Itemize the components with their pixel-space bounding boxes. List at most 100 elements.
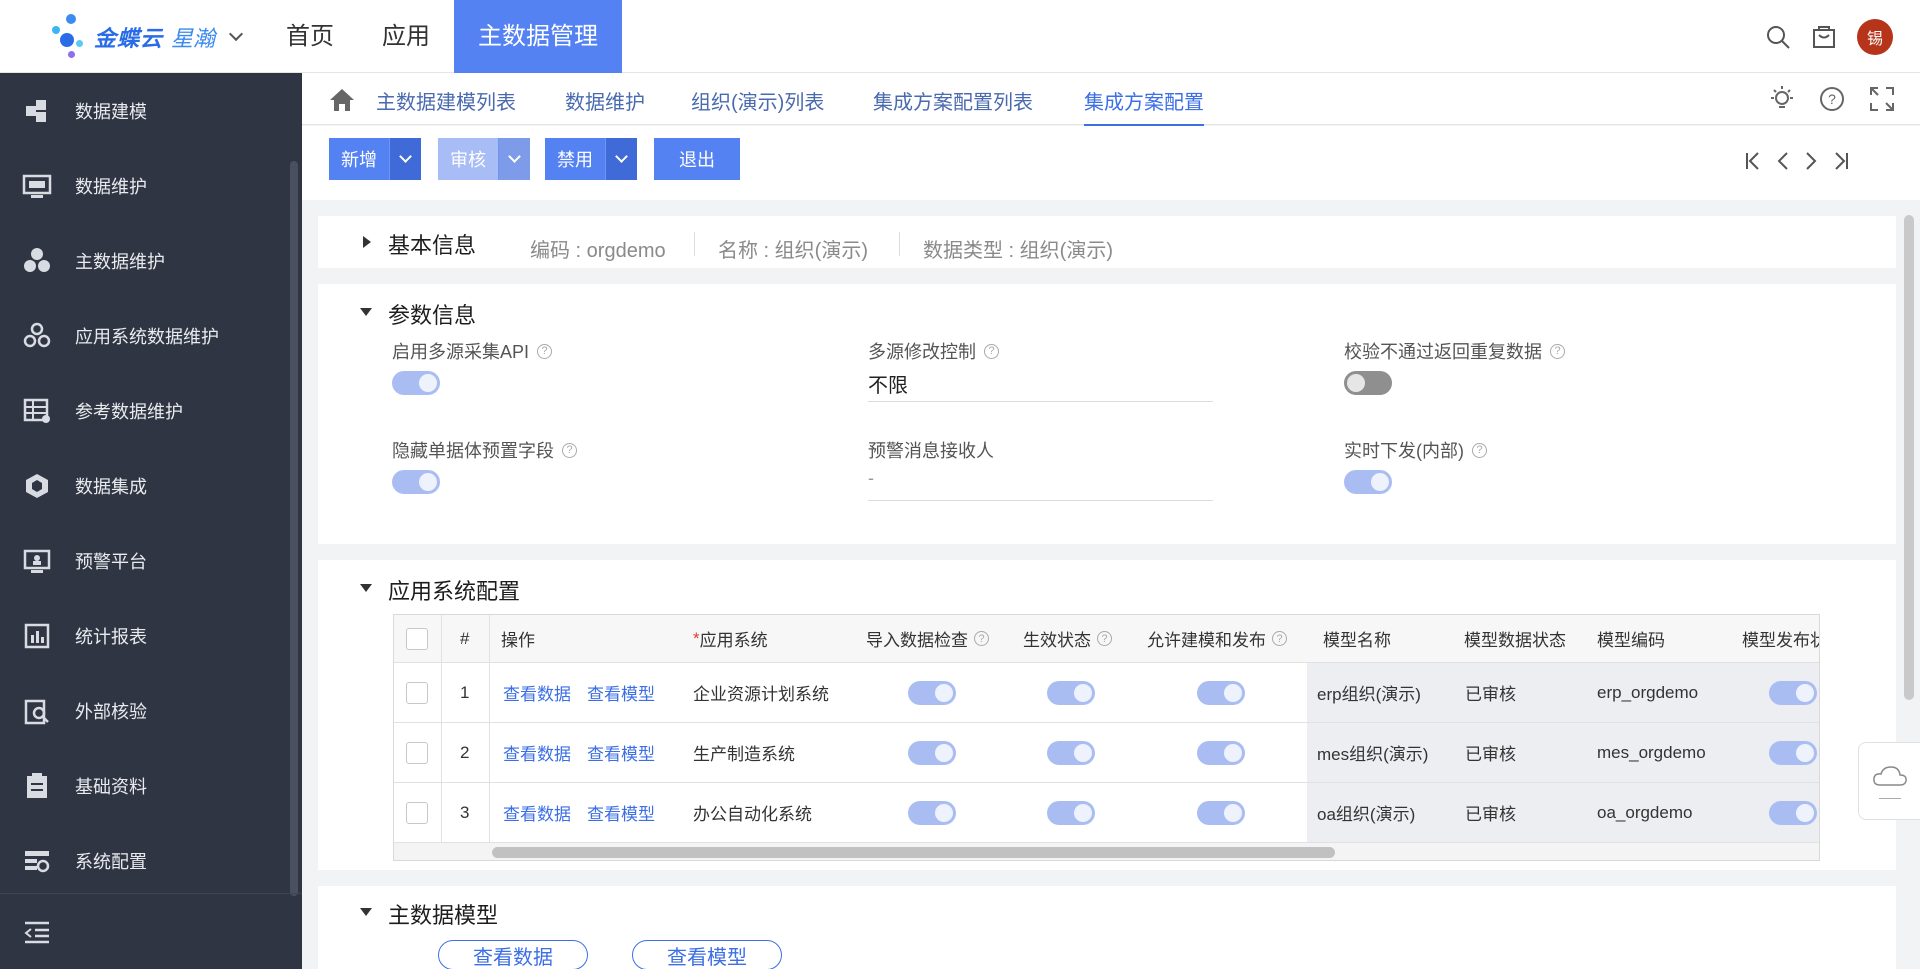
view-data-link[interactable]: 查看数据: [503, 723, 571, 782]
sidebar-item-system-config[interactable]: 系统配置: [0, 823, 302, 898]
help-icon[interactable]: ?: [974, 631, 989, 646]
tab-data-maintenance[interactable]: 数据维护: [565, 86, 645, 115]
master-model-title[interactable]: 主数据模型: [388, 898, 498, 930]
allow-model-toggle[interactable]: [1197, 663, 1245, 722]
disable-button[interactable]: 禁用: [545, 138, 637, 180]
help-icon[interactable]: ?: [1818, 85, 1846, 113]
new-button[interactable]: 新增: [329, 138, 421, 180]
tab-model-list[interactable]: 主数据建模列表: [376, 86, 516, 115]
tab-integration-config[interactable]: 集成方案配置: [1084, 86, 1204, 127]
allow-model-toggle[interactable]: [1197, 723, 1245, 782]
row-checkbox[interactable]: [406, 723, 428, 782]
nav-apps[interactable]: 应用: [358, 0, 454, 73]
collapse-icon[interactable]: [360, 908, 372, 916]
hide-preset-toggle[interactable]: [392, 470, 440, 494]
sidebar-item-reference-data[interactable]: 参考数据维护: [0, 373, 302, 448]
help-icon[interactable]: ?: [1097, 631, 1112, 646]
model-publish-toggle[interactable]: [1769, 723, 1817, 782]
effective-toggle[interactable]: [1047, 723, 1095, 782]
table-row[interactable]: 3 查看数据 查看模型 办公自动化系统 oa组织(演示) 已审核 oa_orgd…: [394, 783, 1819, 843]
select-all-checkbox[interactable]: [406, 615, 430, 662]
table-row[interactable]: 1 查看数据 查看模型 企业资源计划系统 erp组织(演示) 已审核 erp_o…: [394, 663, 1819, 723]
view-model-link[interactable]: 查看模型: [587, 783, 655, 842]
collapse-icon[interactable]: [360, 308, 372, 316]
lightbulb-icon[interactable]: [1768, 85, 1796, 113]
help-icon[interactable]: ?: [1472, 442, 1487, 458]
audit-button-label[interactable]: 审核: [438, 138, 498, 180]
help-icon[interactable]: ?: [1550, 343, 1565, 359]
import-check-toggle[interactable]: [908, 783, 956, 842]
sidebar-scrollbar[interactable]: [290, 161, 298, 896]
model-publish-toggle[interactable]: [1769, 783, 1817, 842]
params-title[interactable]: 参数信息: [388, 298, 476, 330]
basic-info-title[interactable]: 基本信息: [388, 228, 476, 260]
exit-button[interactable]: 退出: [654, 138, 740, 180]
effective-toggle[interactable]: [1047, 783, 1095, 842]
last-record-icon[interactable]: [1832, 150, 1850, 172]
view-data-link[interactable]: 查看数据: [503, 783, 571, 842]
audit-dropdown[interactable]: [498, 138, 530, 180]
cloud-widget[interactable]: [1858, 742, 1920, 820]
avatar[interactable]: 锡: [1857, 18, 1893, 55]
nav-home[interactable]: 首页: [262, 0, 358, 73]
master-view-model-button[interactable]: 查看模型: [632, 940, 782, 969]
disable-button-label[interactable]: 禁用: [545, 138, 605, 180]
sidebar-item-external-verify[interactable]: 外部核验: [0, 673, 302, 748]
allow-model-toggle[interactable]: [1197, 783, 1245, 842]
app-system-cell[interactable]: 企业资源计划系统: [693, 663, 829, 722]
chevron-down-icon[interactable]: [228, 26, 244, 42]
fullscreen-icon[interactable]: [1868, 85, 1896, 113]
model-publish-toggle[interactable]: [1769, 663, 1817, 722]
import-check-toggle[interactable]: [908, 723, 956, 782]
master-view-data-button[interactable]: 查看数据: [438, 940, 588, 969]
effective-toggle[interactable]: [1047, 663, 1095, 722]
sidebar-item-alert-platform[interactable]: 预警平台: [0, 523, 302, 598]
disable-dropdown[interactable]: [605, 138, 637, 180]
app-system-cell[interactable]: 办公自动化系统: [693, 783, 812, 842]
collapse-icon[interactable]: [360, 584, 372, 592]
multi-source-field[interactable]: 不限: [868, 369, 908, 398]
table-horizontal-scrollbar[interactable]: [394, 843, 1819, 860]
realtime-toggle[interactable]: [1344, 470, 1392, 494]
audit-button[interactable]: 审核: [438, 138, 530, 180]
row-checkbox[interactable]: [406, 663, 428, 722]
search-icon[interactable]: [1765, 24, 1791, 50]
sidebar-item-statistics[interactable]: 统计报表: [0, 598, 302, 673]
sidebar-item-basic-data[interactable]: 基础资料: [0, 748, 302, 823]
home-icon[interactable]: [328, 87, 356, 113]
view-data-link[interactable]: 查看数据: [503, 663, 571, 722]
sidebar-item-app-data-maintenance[interactable]: 应用系统数据维护: [0, 298, 302, 373]
enable-api-toggle[interactable]: [392, 371, 440, 395]
app-logo[interactable]: 金蝶云 星瀚: [52, 14, 244, 60]
tab-integration-list[interactable]: 集成方案配置列表: [873, 86, 1033, 115]
sidebar-item-data-modeling[interactable]: 数据建模: [0, 73, 302, 148]
help-icon[interactable]: ?: [562, 442, 577, 458]
page-scrollbar[interactable]: [1904, 215, 1914, 700]
row-checkbox[interactable]: [406, 783, 428, 842]
next-record-icon[interactable]: [1804, 150, 1818, 172]
table-row[interactable]: 2 查看数据 查看模型 生产制造系统 mes组织(演示) 已审核 mes_org…: [394, 723, 1819, 783]
alert-receiver-field[interactable]: -: [868, 468, 874, 489]
help-icon[interactable]: ?: [1272, 631, 1287, 646]
new-button-label[interactable]: 新增: [329, 138, 389, 180]
verify-fail-toggle[interactable]: [1344, 371, 1392, 395]
view-model-link[interactable]: 查看模型: [587, 723, 655, 782]
sidebar-item-master-data-maintenance[interactable]: 主数据维护: [0, 223, 302, 298]
view-model-link[interactable]: 查看模型: [587, 663, 655, 722]
import-check-toggle[interactable]: [908, 663, 956, 722]
exit-button-label[interactable]: 退出: [654, 138, 740, 180]
app-system-cell[interactable]: 生产制造系统: [693, 723, 795, 782]
nav-master-data[interactable]: 主数据管理: [454, 0, 622, 73]
sidebar-item-data-integration[interactable]: 数据集成: [0, 448, 302, 523]
prev-record-icon[interactable]: [1776, 150, 1790, 172]
tab-org-list[interactable]: 组织(演示)列表: [691, 86, 824, 115]
help-icon[interactable]: ?: [537, 343, 553, 359]
shopping-bag-icon[interactable]: [1811, 24, 1837, 50]
collapse-menu-icon[interactable]: [23, 920, 51, 944]
new-dropdown[interactable]: [389, 138, 421, 180]
expand-icon[interactable]: [363, 236, 371, 248]
first-record-icon[interactable]: [1744, 150, 1762, 172]
sidebar-item-data-maintenance[interactable]: 数据维护: [0, 148, 302, 223]
scrollbar-thumb[interactable]: [492, 847, 1335, 858]
help-icon[interactable]: ?: [984, 343, 999, 359]
